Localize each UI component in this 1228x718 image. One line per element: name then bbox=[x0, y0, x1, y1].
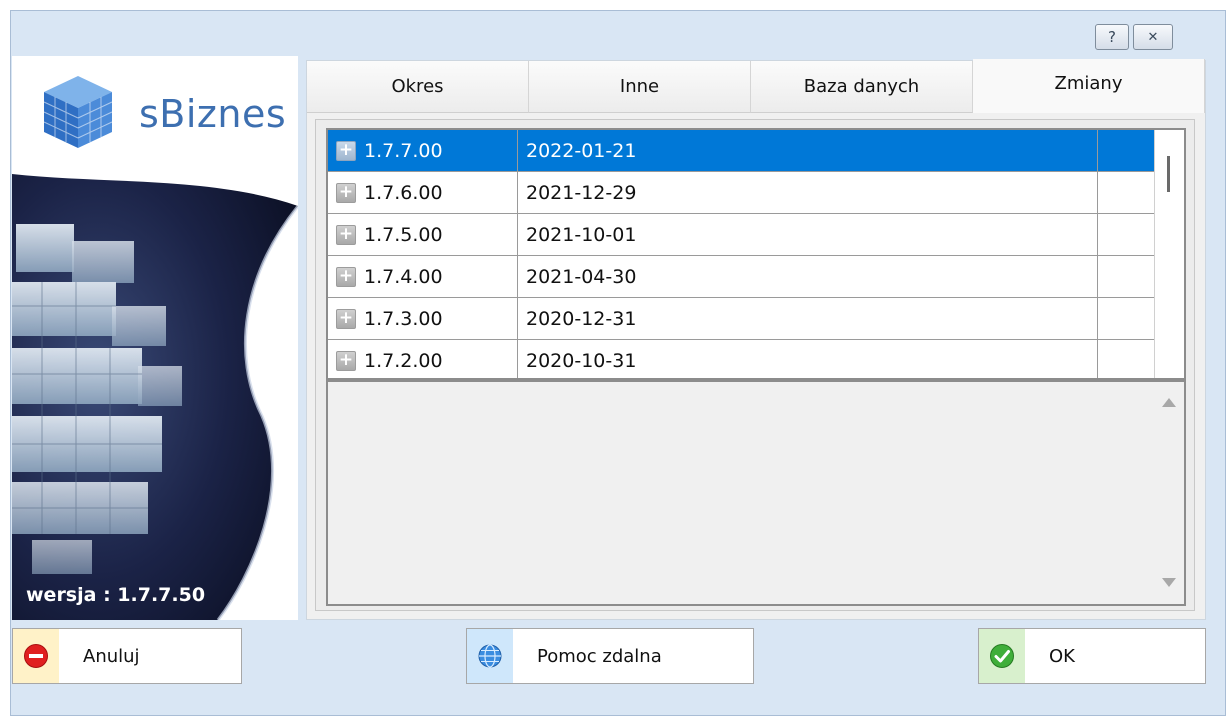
help-icon: ? bbox=[1108, 28, 1116, 46]
logo-cube-icon bbox=[43, 76, 113, 148]
expand-icon[interactable]: + bbox=[336, 350, 356, 371]
cancel-button[interactable]: Anuluj bbox=[12, 628, 242, 684]
table-row[interactable]: + 1.7.5.00 2021-10-01 bbox=[328, 214, 1154, 256]
date-cell: 2021-10-01 bbox=[518, 214, 1098, 255]
changes-grid: + 1.7.7.00 2022-01-21 + 1.7.6.00 2021-12… bbox=[326, 128, 1186, 606]
table-row[interactable]: + 1.7.3.00 2020-12-31 bbox=[328, 298, 1154, 340]
ok-icon-box bbox=[979, 629, 1025, 683]
version-cell: + 1.7.3.00 bbox=[328, 298, 518, 339]
content-panel: Okres Inne Baza danych Zmiany + 1.7.7.00… bbox=[306, 59, 1206, 620]
table-row[interactable]: + 1.7.7.00 2022-01-21 bbox=[328, 130, 1154, 172]
version-cell: + 1.7.2.00 bbox=[328, 340, 518, 380]
version-text: 1.7.5.00 bbox=[364, 223, 443, 246]
expand-icon[interactable]: + bbox=[336, 140, 356, 161]
expand-icon[interactable]: + bbox=[336, 182, 356, 203]
stop-icon bbox=[24, 644, 48, 668]
details-scrollbar[interactable] bbox=[1154, 382, 1184, 604]
version-cell: + 1.7.5.00 bbox=[328, 214, 518, 255]
scrollbar-thumb[interactable] bbox=[1167, 156, 1170, 192]
version-label: wersja : 1.7.7.50 bbox=[26, 584, 206, 606]
version-cell: + 1.7.7.00 bbox=[328, 130, 518, 171]
ok-button[interactable]: OK bbox=[978, 628, 1206, 684]
expand-icon[interactable]: + bbox=[336, 224, 356, 245]
date-cell: 2020-10-31 bbox=[518, 340, 1098, 380]
scroll-down-icon[interactable] bbox=[1162, 578, 1176, 587]
close-button[interactable]: ✕ bbox=[1133, 24, 1173, 50]
version-text: 1.7.3.00 bbox=[364, 307, 443, 330]
table-row[interactable]: + 1.7.4.00 2021-04-30 bbox=[328, 256, 1154, 298]
version-text: 1.7.4.00 bbox=[364, 265, 443, 288]
version-cell: + 1.7.4.00 bbox=[328, 256, 518, 297]
date-cell: 2021-12-29 bbox=[518, 172, 1098, 213]
table-row[interactable]: + 1.7.2.00 2020-10-31 bbox=[328, 340, 1154, 380]
version-text: 1.7.6.00 bbox=[364, 181, 443, 204]
extra-cell bbox=[1098, 130, 1154, 171]
cancel-icon-box bbox=[13, 629, 59, 683]
remote-help-label: Pomoc zdalna bbox=[537, 645, 662, 667]
help-button[interactable]: ? bbox=[1095, 24, 1129, 50]
date-cell: 2020-12-31 bbox=[518, 298, 1098, 339]
grid-divider bbox=[328, 378, 1184, 382]
changes-pane: + 1.7.7.00 2022-01-21 + 1.7.6.00 2021-12… bbox=[315, 119, 1195, 611]
ok-label: OK bbox=[1049, 645, 1075, 667]
close-icon: ✕ bbox=[1147, 29, 1159, 45]
extra-cell bbox=[1098, 214, 1154, 255]
tab-inne[interactable]: Inne bbox=[529, 61, 751, 113]
tab-bar: Okres Inne Baza danych Zmiany bbox=[307, 59, 1205, 113]
changes-rows: + 1.7.7.00 2022-01-21 + 1.7.6.00 2021-12… bbox=[328, 130, 1154, 380]
rows-scrollbar[interactable] bbox=[1154, 130, 1184, 380]
date-cell: 2022-01-21 bbox=[518, 130, 1098, 171]
brand-panel: sBiznes wersja : 1.7.7.50 bbox=[12, 56, 298, 620]
tab-zmiany[interactable]: Zmiany bbox=[973, 59, 1205, 113]
globe-icon bbox=[478, 644, 502, 668]
date-cell: 2021-04-30 bbox=[518, 256, 1098, 297]
version-text: 1.7.7.00 bbox=[364, 139, 443, 162]
extra-cell bbox=[1098, 298, 1154, 339]
extra-cell bbox=[1098, 172, 1154, 213]
extra-cell bbox=[1098, 340, 1154, 380]
table-row[interactable]: + 1.7.6.00 2021-12-29 bbox=[328, 172, 1154, 214]
remote-help-icon-box bbox=[467, 629, 513, 683]
tab-baza-danych[interactable]: Baza danych bbox=[751, 61, 973, 113]
remote-help-button[interactable]: Pomoc zdalna bbox=[466, 628, 754, 684]
check-icon bbox=[990, 644, 1014, 668]
brand-name: sBiznes bbox=[139, 92, 287, 136]
version-cell: + 1.7.6.00 bbox=[328, 172, 518, 213]
expand-icon[interactable]: + bbox=[336, 266, 356, 287]
tab-okres[interactable]: Okres bbox=[307, 61, 529, 113]
expand-icon[interactable]: + bbox=[336, 308, 356, 329]
version-text: 1.7.2.00 bbox=[364, 349, 443, 372]
scroll-up-icon[interactable] bbox=[1162, 398, 1176, 407]
cancel-label: Anuluj bbox=[83, 645, 140, 667]
extra-cell bbox=[1098, 256, 1154, 297]
